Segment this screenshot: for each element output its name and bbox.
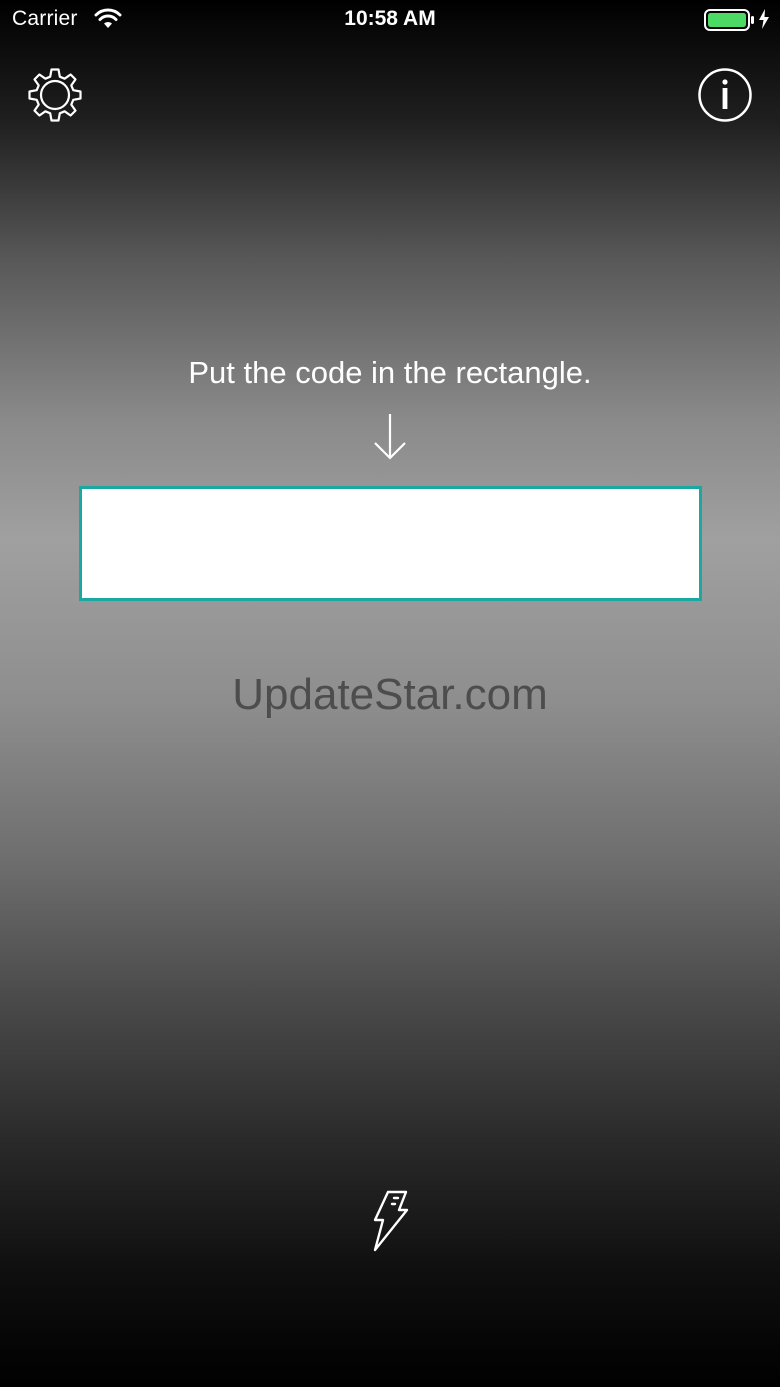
arrow-down-icon <box>374 414 406 460</box>
gear-icon <box>28 68 82 122</box>
instruction-text: Put the code in the rectangle. <box>188 355 592 390</box>
status-bar: Carrier 10:58 AM <box>0 0 780 40</box>
status-time: 10:58 AM <box>344 7 436 30</box>
charging-icon <box>759 9 769 29</box>
settings-button[interactable] <box>24 64 86 126</box>
flash-toggle-button[interactable] <box>366 1188 414 1254</box>
scan-rectangle <box>79 486 702 601</box>
watermark-text: UpdateStar.com <box>232 670 548 719</box>
info-icon <box>698 68 752 122</box>
info-button[interactable] <box>697 67 753 123</box>
lightning-bolt-icon <box>373 1190 409 1252</box>
battery-icon <box>704 9 754 31</box>
